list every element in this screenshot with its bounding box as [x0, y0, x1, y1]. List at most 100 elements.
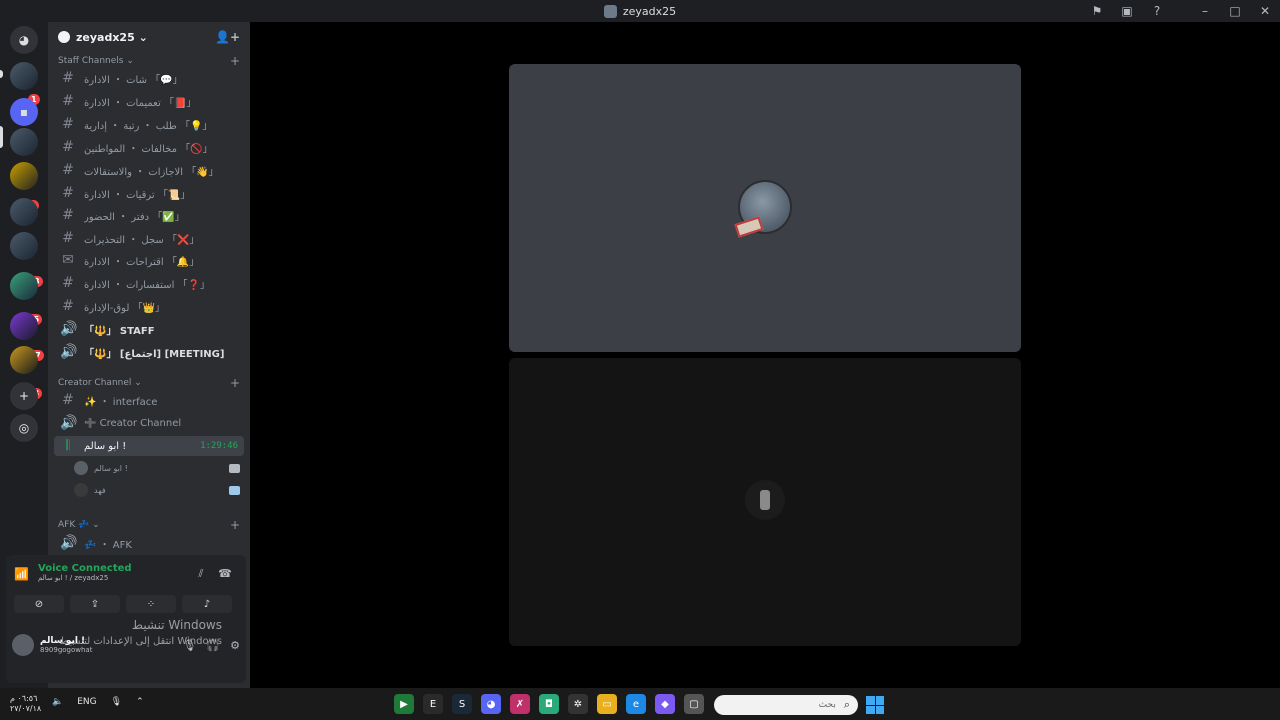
server-icon[interactable] [10, 346, 38, 374]
server-icon[interactable] [10, 128, 38, 156]
channel-item[interactable]: # لوق-الإدارة 「👑」 [54, 296, 244, 316]
avatar [74, 461, 88, 475]
channel-item[interactable]: # دفتر ・ الحضور 「✅」 [54, 205, 244, 225]
volume-icon[interactable]: 🔈 [52, 697, 63, 707]
discord-icon[interactable]: ◕ [481, 694, 501, 714]
app-icon[interactable]: ✲ [568, 694, 588, 714]
category-staff[interactable]: Staff Channels ⌄ + [58, 54, 240, 68]
signal-icon[interactable]: 📶 [14, 567, 29, 581]
taskbar: ٠٦:٥٦ م ٢٧/٠٧/١٨ 🔈 ENG 🎙 ⌃ ▶ E S ◕ ✗ ◘ ✲… [0, 688, 1280, 720]
update-icon[interactable]: ▣ [1112, 0, 1142, 22]
active-voice-channel[interactable]: 𝄃 ابو سالم ! 1:29:46 [54, 436, 244, 456]
inbox-icon[interactable]: ⚑ [1082, 0, 1112, 22]
voice-channel-item[interactable]: 🔊 ➕ Creator Channel [54, 413, 244, 433]
dm-avatar[interactable] [10, 62, 38, 90]
voice-channel-item[interactable]: 🔊 「🔱」 STAFF [54, 319, 244, 339]
app-icon[interactable]: ✗ [510, 694, 530, 714]
epic-games-icon[interactable]: E [423, 694, 443, 714]
soundboard-button[interactable]: ♪ [182, 595, 232, 613]
participant-tile[interactable] [509, 64, 1021, 352]
add-channel-icon[interactable]: + [230, 518, 240, 532]
server-folder-icon[interactable] [10, 198, 38, 226]
category-creator[interactable]: Creator Channel ⌄ + [58, 376, 240, 390]
forum-channel-icon: ✉ [62, 252, 74, 268]
channel-item[interactable]: # الاجازات ・ والاستقالات 「👋」 [54, 160, 244, 180]
text-channel-icon: # [62, 70, 74, 86]
channel-item[interactable]: # سجل ・ التحذيرات 「❌」 [54, 228, 244, 248]
server-icon [603, 4, 617, 18]
channel-item[interactable]: # تعميمات ・ الادارة 「📕」 [54, 91, 244, 111]
steam-icon[interactable]: S [452, 694, 472, 714]
game-launcher-icon[interactable]: ▶ [394, 694, 414, 714]
add-channel-icon[interactable]: + [230, 54, 240, 68]
server-icon[interactable] [10, 232, 38, 260]
search-icon: ⌕ [843, 698, 850, 711]
minimize-icon[interactable]: – [1190, 0, 1220, 22]
mic-tray-icon[interactable]: 🎙 [111, 697, 122, 707]
voice-channel-item[interactable]: 🔊 💤 ・ AFK [54, 533, 244, 553]
close-icon[interactable]: ✕ [1250, 0, 1280, 22]
app-icon[interactable]: ▢ [684, 694, 704, 714]
screen-share-button[interactable]: ⇪ [70, 595, 120, 613]
participant-avatar [745, 480, 785, 520]
discord-home-icon[interactable]: ◕ [10, 26, 38, 54]
channel-item[interactable]: # استفسارات ・ الادارة 「❓」 [54, 273, 244, 293]
help-icon[interactable]: ? [1142, 0, 1172, 22]
voice-status[interactable]: Voice Connected [38, 563, 132, 574]
invite-icon[interactable]: 👤+ [215, 30, 240, 44]
channel-item[interactable]: # ✨ ・ interface [54, 390, 244, 410]
app-icon[interactable]: ◘ [539, 694, 559, 714]
clock[interactable]: ٠٦:٥٦ م ٢٧/٠٧/١٨ [10, 694, 41, 714]
voice-stage [250, 22, 1280, 688]
avatar-decoration-icon [734, 216, 764, 238]
text-channel-icon: # [62, 162, 74, 178]
text-channel-icon: # [62, 275, 74, 291]
category-afk[interactable]: AFK 💤 ⌄ + [58, 518, 240, 532]
edge-icon[interactable]: e [626, 694, 646, 714]
disconnect-icon[interactable]: ☎ [218, 567, 232, 581]
activation-watermark: تنشيط Windows انتقل إلى الإعدادات لتنشيط… [59, 618, 222, 647]
voice-detail: ابو سالم ! / zeyadx25 [38, 574, 109, 582]
search-input[interactable]: بحث ⌕ [714, 695, 858, 715]
chevron-up-icon[interactable]: ⌃ [136, 697, 144, 707]
voice-user[interactable]: فهد [74, 480, 240, 500]
channel-item[interactable]: # شات ・ الادارة 「💬」 [54, 68, 244, 88]
gear-icon[interactable]: ⚙ [230, 639, 240, 652]
text-channel-icon: # [62, 207, 74, 223]
unread-pill [0, 70, 3, 78]
text-channel-icon: # [62, 116, 74, 132]
channel-item[interactable]: # طلب ・ رتبة ・ إدارية 「💡」 [54, 114, 244, 134]
voice-user[interactable]: ابو سالم ! [74, 458, 240, 478]
participant-tile[interactable] [509, 358, 1021, 646]
channel-item[interactable]: # مخالفات ・ المواطنين 「🚫」 [54, 137, 244, 157]
server-icon[interactable] [10, 312, 38, 340]
server-icon[interactable] [10, 162, 38, 190]
camera-button[interactable]: ⊘ [14, 595, 64, 613]
file-explorer-icon[interactable]: ▭ [597, 694, 617, 714]
text-channel-icon: # [62, 139, 74, 155]
add-channel-icon[interactable]: + [230, 376, 240, 390]
noise-suppression-icon[interactable]: ⫽ [194, 567, 208, 581]
text-channel-icon: # [62, 298, 74, 314]
avatar[interactable] [12, 634, 34, 656]
activities-button[interactable]: ⁘ [126, 595, 176, 613]
maximize-icon[interactable]: □ [1220, 0, 1250, 22]
voice-channel-item[interactable]: 🔊 「🔱」 [اجتماع] [MEETING] [54, 342, 244, 362]
add-server-icon[interactable]: + [10, 382, 38, 410]
discover-icon[interactable]: ◎ [10, 414, 38, 442]
user-status: 8909gogowhat [40, 646, 93, 654]
server-icon[interactable] [10, 272, 38, 300]
folder-icon[interactable]: ▪ [10, 98, 38, 126]
text-channel-icon: # [62, 185, 74, 201]
language-indicator[interactable]: ENG [77, 697, 96, 707]
selected-pill [0, 126, 3, 148]
copilot-icon[interactable]: ◆ [655, 694, 675, 714]
status-icon [229, 485, 240, 495]
text-channel-icon: # [62, 230, 74, 246]
channel-item[interactable]: # ترقيات ・ الادارة 「📜」 [54, 183, 244, 203]
call-timer: 1:29:46 [200, 441, 238, 451]
start-icon[interactable] [866, 696, 884, 714]
server-header[interactable]: zeyadx25 ⌄ 👤+ [48, 22, 250, 52]
channel-item[interactable]: ✉ اقتراحات ・ الادارة 「🔔」 [54, 250, 244, 270]
voice-activity-icon: 𝄃 [66, 438, 70, 454]
